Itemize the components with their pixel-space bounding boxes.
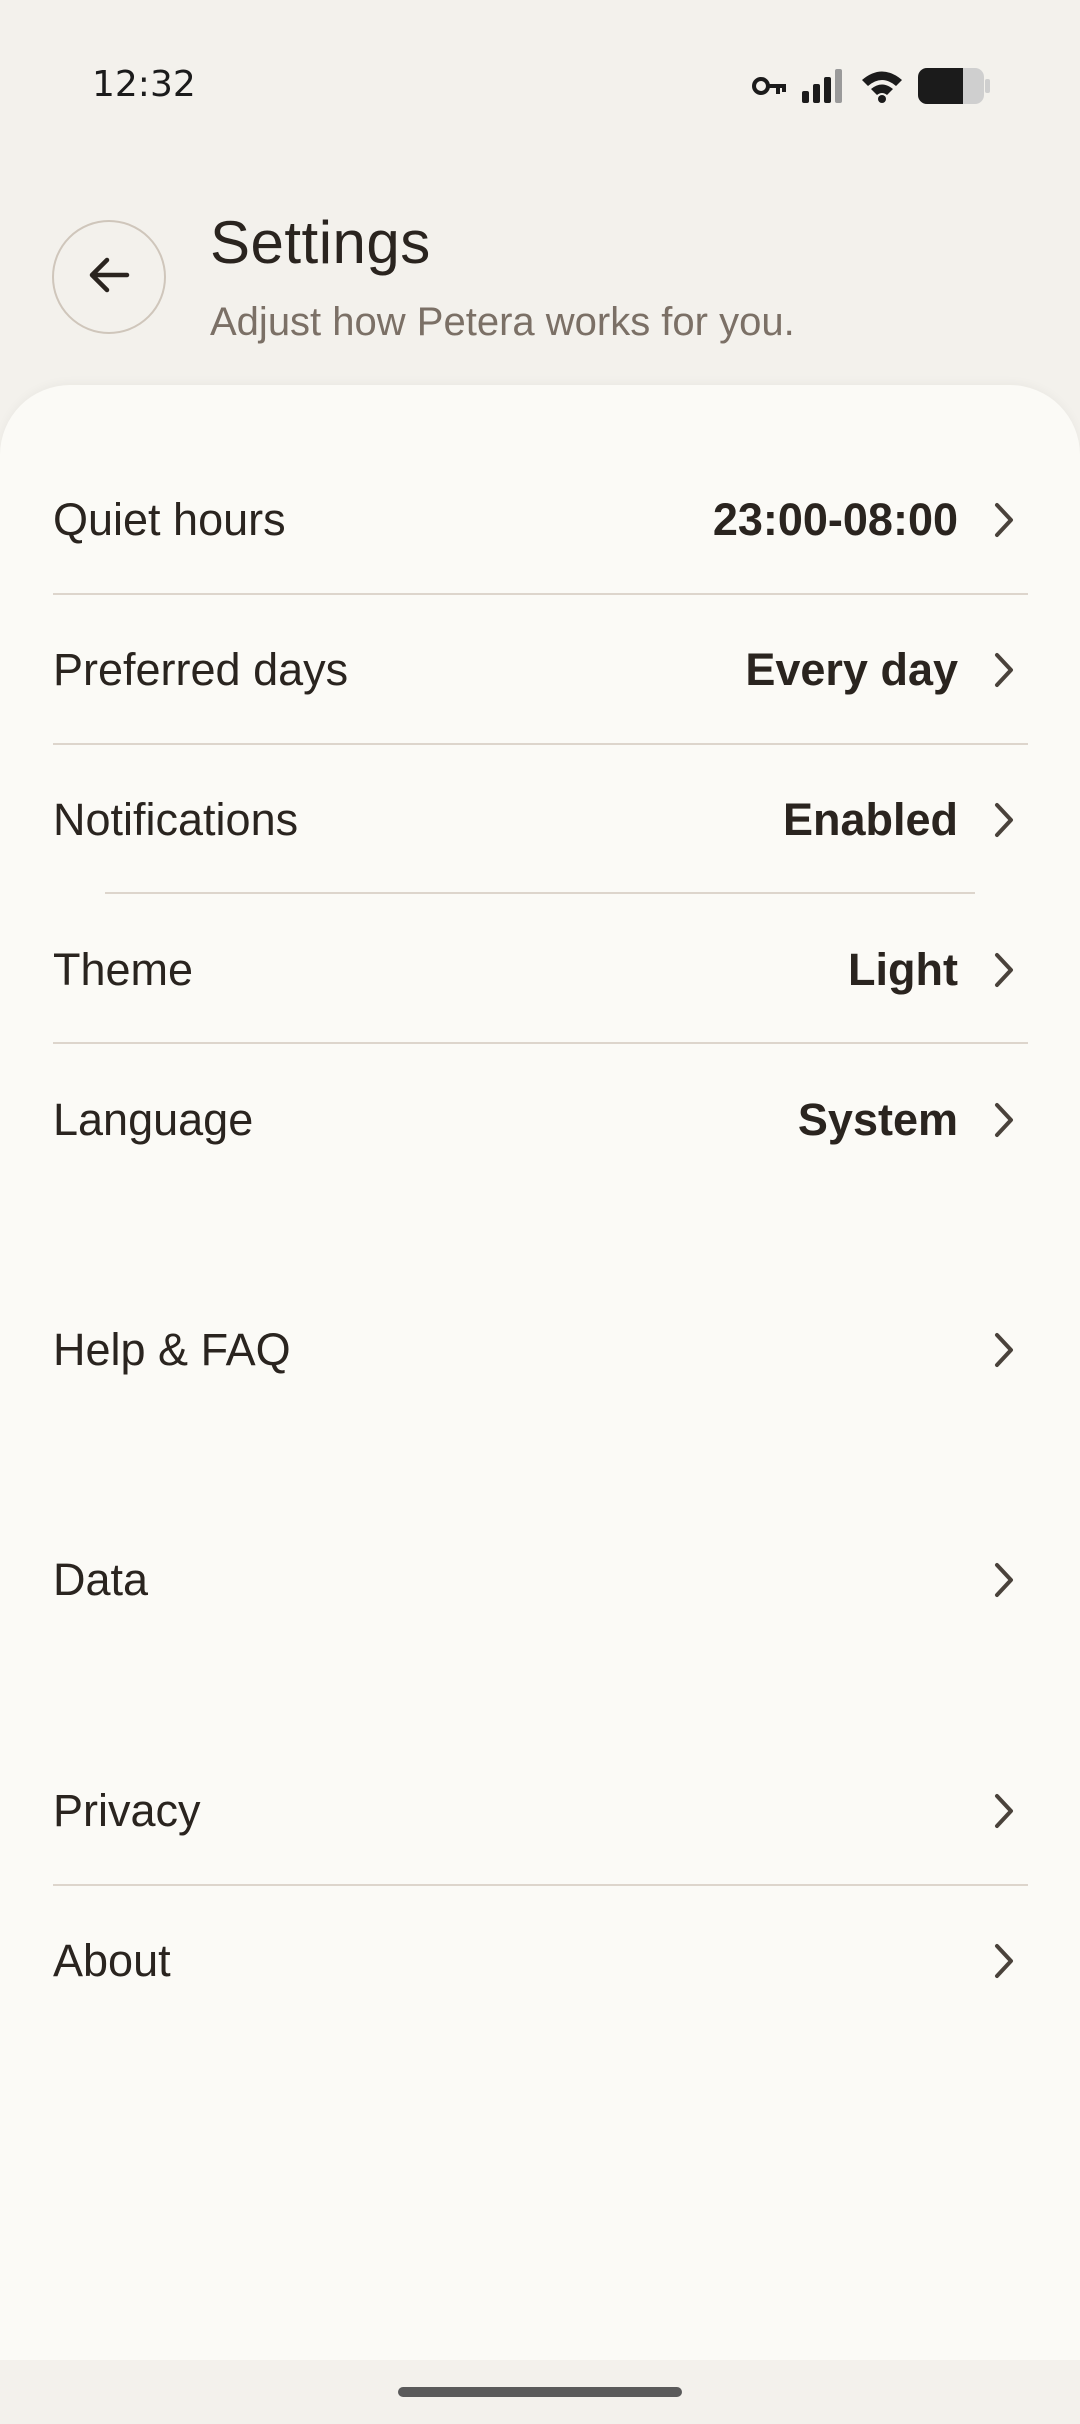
status-icons [752, 66, 990, 106]
setting-row-language[interactable]: Language System [53, 1045, 1028, 1195]
setting-value: Every day [745, 644, 958, 695]
header: Settings Adjust how Petera works for you… [0, 200, 1080, 390]
setting-value: System [797, 1094, 958, 1145]
divider [105, 892, 975, 894]
home-indicator[interactable] [398, 2387, 682, 2397]
vpn-key-icon [752, 74, 788, 98]
back-button[interactable] [52, 220, 166, 334]
chevron-right-icon [992, 1330, 1016, 1370]
status-bar: 12:32 [0, 0, 1080, 130]
setting-row-notifications[interactable]: Notifications Enabled [53, 745, 1028, 895]
chevron-right-icon [992, 1791, 1016, 1831]
setting-label: Preferred days [53, 644, 349, 695]
chevron-right-icon [992, 1560, 1016, 1600]
chevron-right-icon [992, 800, 1016, 840]
chevron-right-icon [992, 1941, 1016, 1981]
setting-value: Light [848, 944, 958, 995]
page-title: Settings [210, 209, 431, 276]
page-subtitle: Adjust how Petera works for you. [210, 300, 795, 344]
chevron-right-icon [992, 650, 1016, 690]
chevron-right-icon [992, 1100, 1016, 1140]
wifi-icon [860, 69, 904, 103]
signal-icon [802, 69, 846, 103]
setting-label: Data [53, 1554, 149, 1605]
setting-row-privacy[interactable]: Privacy [53, 1736, 1028, 1886]
setting-row-help-faq[interactable]: Help & FAQ [53, 1275, 1028, 1425]
setting-row-theme[interactable]: Theme Light [53, 895, 1028, 1045]
divider [53, 1042, 1028, 1044]
setting-row-preferred-days[interactable]: Preferred days Every day [53, 595, 1028, 745]
chevron-right-icon [992, 500, 1016, 540]
setting-label: Notifications [53, 794, 299, 845]
setting-label: Theme [53, 944, 194, 995]
setting-value: Enabled [782, 794, 958, 845]
setting-label: About [53, 1935, 171, 1986]
setting-label: Help & FAQ [53, 1324, 291, 1375]
setting-label: Privacy [53, 1785, 201, 1836]
setting-row-data[interactable]: Data [53, 1505, 1028, 1655]
setting-row-quiet-hours[interactable]: Quiet hours 23:00-08:00 [53, 445, 1028, 595]
battery-icon [918, 68, 990, 104]
setting-row-about[interactable]: About [53, 1886, 1028, 2036]
setting-label: Quiet hours [53, 494, 286, 545]
status-time: 12:32 [92, 64, 196, 105]
arrow-left-icon [87, 255, 131, 300]
setting-value: 23:00-08:00 [712, 494, 958, 545]
settings-sheet: Quiet hours 23:00-08:00 Preferred days E… [0, 385, 1080, 2360]
setting-label: Language [53, 1094, 254, 1145]
chevron-right-icon [992, 950, 1016, 990]
